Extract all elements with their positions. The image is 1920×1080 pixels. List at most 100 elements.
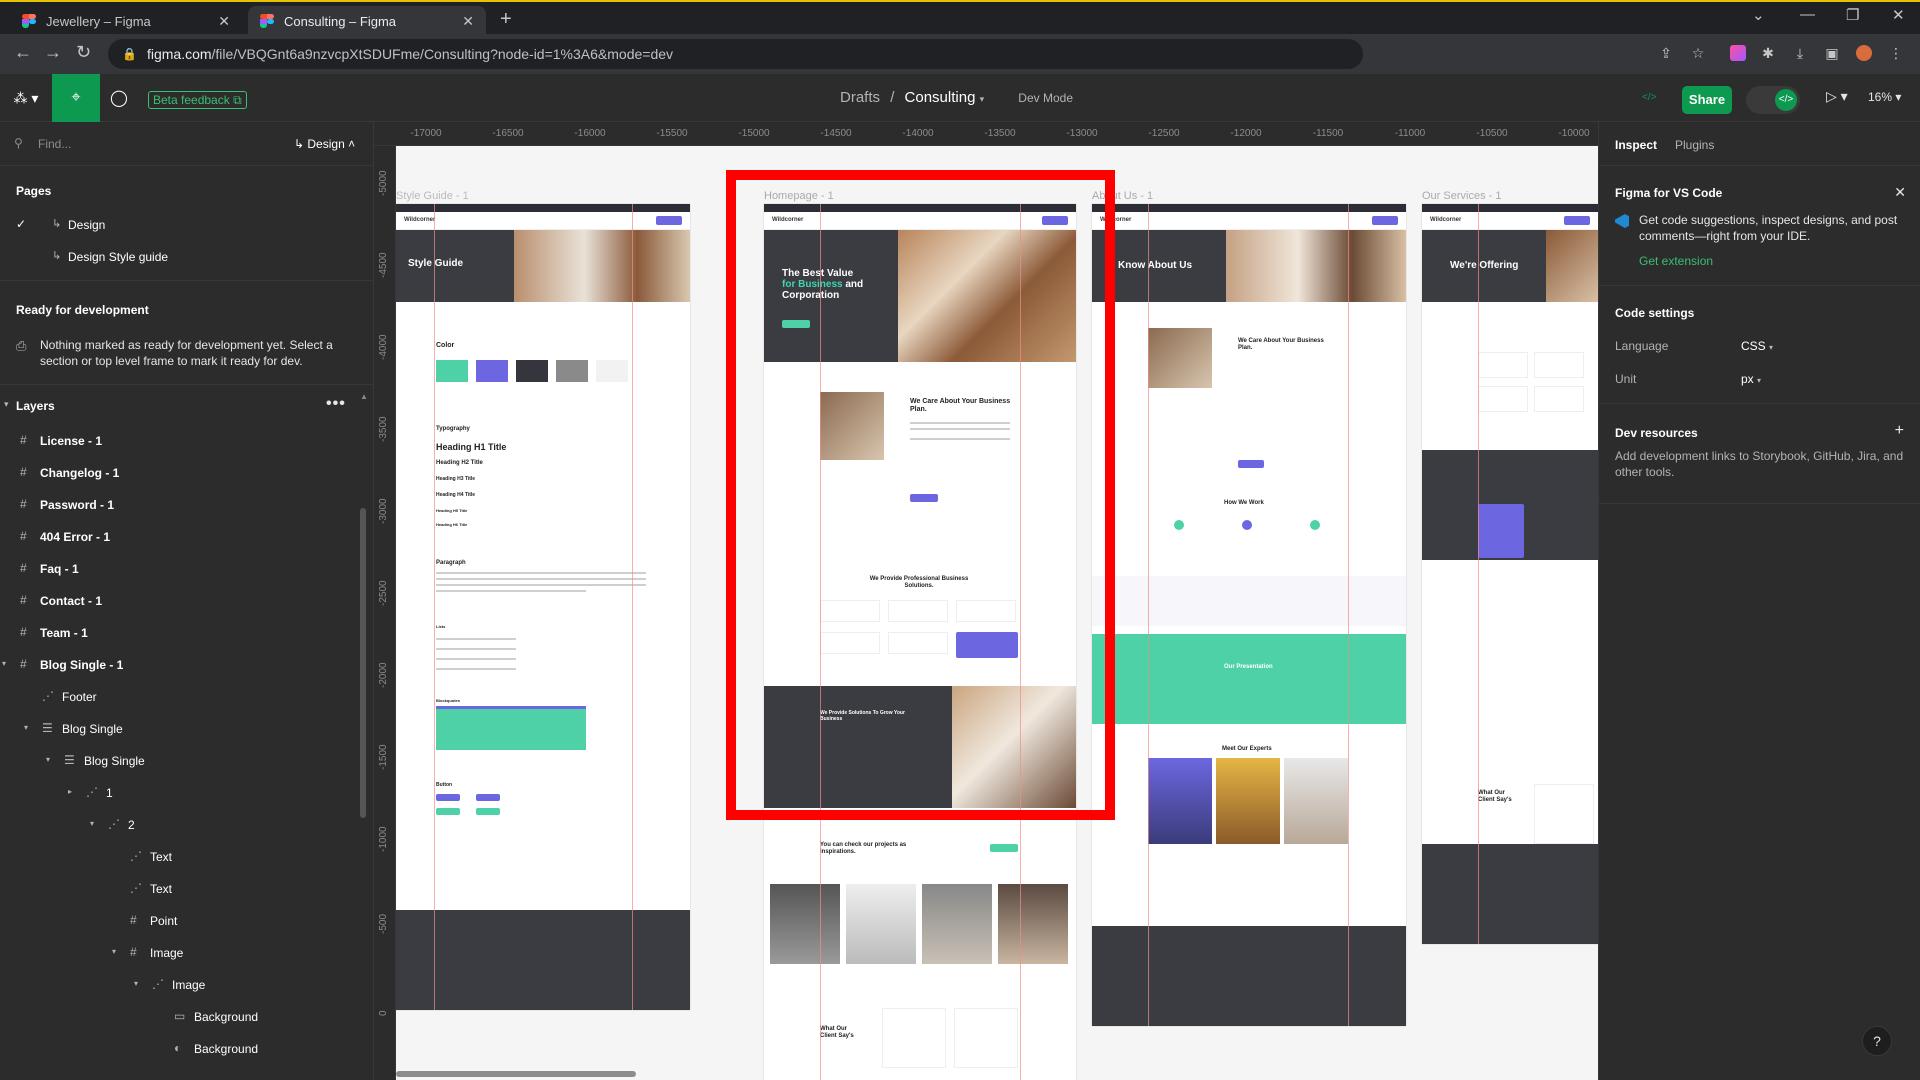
frame-icon: # [20,433,27,447]
expert-photo [1216,758,1280,844]
breadcrumb-file[interactable]: Consulting [905,89,976,106]
button-heading: Button [436,782,453,788]
layer-label: Blog Single [62,722,123,736]
tab-consulting[interactable]: Consulting – Figma ✕ [248,6,486,36]
beta-feedback-button[interactable]: Beta feedback ⧉ [148,91,247,109]
frame-style-guide[interactable]: Wildcorner Style Guide Color Typography … [396,204,690,1010]
tab-search-icon[interactable]: ⌄ [1752,6,1765,24]
layer-item[interactable]: # Team - 1 [0,616,373,648]
help-button[interactable]: ? [1862,1026,1892,1056]
forward-icon[interactable]: → [44,42,62,63]
avatar[interactable] [1856,45,1872,61]
dev-mode-toggle[interactable]: </> [1746,86,1800,114]
chevron-down-icon[interactable]: ▾ [46,755,50,764]
menu-kebab-icon[interactable]: ⋮ [1888,45,1904,61]
layer-item[interactable]: ▾ ☰ Blog Single [0,712,373,744]
collapse-caret-icon[interactable]: ▾ [4,399,9,410]
hero-photo [1546,230,1598,302]
layer-item[interactable]: ▸ ⋰ 1 [0,776,373,808]
minimize-icon[interactable]: — [1800,6,1815,23]
close-tab-icon[interactable]: ✕ [462,13,474,30]
chevron-right-icon[interactable]: ▸ [68,787,72,796]
close-icon[interactable]: ✕ [1894,184,1906,201]
layer-item[interactable]: # Contact - 1 [0,584,373,616]
layer-item[interactable]: ▾ # Blog Single - 1 [0,648,373,680]
page-item-design-style-guide[interactable]: ↳ Design Style guide [0,240,373,272]
layer-item[interactable]: ◐ Background [0,1032,373,1064]
chevron-down-icon[interactable]: ▾ [24,723,28,732]
page-label: Design Style guide [68,250,169,264]
layer-item[interactable]: # Changelog - 1 [0,456,373,488]
layer-item[interactable]: ▾ ⋰ Image [0,968,373,1000]
chevron-down-icon[interactable]: ▾ [134,979,138,988]
group-icon: ⋰ [108,817,120,831]
get-extension-link[interactable]: Get extension [1639,254,1713,268]
layer-item[interactable]: ▾ ⋰ 2 [0,808,373,840]
frame-services[interactable]: Wildcorner We're Offering What Our Clien… [1422,204,1598,944]
side-panel-icon[interactable]: ▣ [1824,45,1840,61]
layer-item[interactable]: ⋰ Text [0,872,373,904]
add-icon[interactable]: + [1895,422,1904,440]
canvas-horizontal-scrollbar[interactable] [396,1071,636,1077]
layer-item[interactable]: # Point [0,904,373,936]
frame-label-services[interactable]: Our Services - 1 [1422,190,1501,202]
restore-icon[interactable]: ❐ [1846,6,1859,24]
chevron-down-icon[interactable]: ▾ [112,947,116,956]
reload-icon[interactable]: ↻ [76,42,91,63]
horizontal-ruler: -17000 -16500 -16000 -15500 -15000 -14500 -140… [374,122,1598,146]
ruler-tick-label: -13500 [984,128,1016,139]
tab-inspect[interactable]: Inspect [1615,138,1657,152]
layer-item[interactable]: # Faq - 1 [0,552,373,584]
layer-item[interactable]: ⋰ Footer [0,680,373,712]
bookmark-star-icon[interactable]: ☆ [1690,45,1706,61]
language-select[interactable]: CSS ▾ [1741,339,1773,353]
right-panel-tabs: Inspect Plugins [1599,122,1920,166]
unit-select[interactable]: px ▾ [1741,372,1761,386]
layer-item[interactable]: ⋰ Text [0,840,373,872]
present-play-icon[interactable]: ▷ ▾ [1826,88,1848,105]
tab-jewellery[interactable]: Jewellery – Figma ✕ [10,6,242,36]
find-input[interactable]: Find... [38,137,71,151]
layer-label: 404 Error - 1 [40,530,111,544]
chevron-down-icon[interactable]: ▾ [90,819,94,828]
ruler-tick-label: -14000 [902,128,934,139]
more-options-icon[interactable]: ••• [326,395,346,413]
layer-item[interactable]: ▾ ☰ Blog Single [0,744,373,776]
chevron-down-icon[interactable]: ▾ [2,659,6,668]
about-footer [1092,926,1406,1026]
layer-item[interactable]: # Password - 1 [0,488,373,520]
style-guide-hero: Style Guide [396,230,690,302]
scroll-up-icon[interactable]: ▲ [360,392,368,401]
care-title: We Care About Your Business Plan. [1238,338,1324,351]
new-tab-button[interactable]: + [500,8,512,31]
puzzle-icon[interactable]: ✱ [1760,45,1776,61]
close-window-icon[interactable]: ✕ [1892,6,1905,24]
layers-scrollbar[interactable] [360,508,366,818]
back-icon[interactable]: ← [14,42,32,63]
frame-label-style-guide[interactable]: Style Guide - 1 [396,190,469,202]
multiplayer-indicator[interactable]: </> [1642,92,1656,103]
extension-icon[interactable] [1730,45,1746,61]
breadcrumb: Drafts / Consulting ▾ Dev Mode [840,89,1073,106]
chevron-down-icon[interactable]: ▾ [980,94,985,104]
download-icon[interactable]: ⤓ [1792,45,1808,61]
layer-item[interactable]: ▾ # Image [0,936,373,968]
layer-label: License - 1 [40,434,103,448]
layer-item[interactable]: #404 Error - 1 [0,520,373,552]
inspect-cursor-icon[interactable]: ⌖ [52,74,100,122]
share-page-icon[interactable]: ⇪ [1658,45,1674,61]
share-button[interactable]: Share [1682,86,1732,114]
comment-icon[interactable]: ◯ [104,74,134,122]
design-page-dropdown[interactable]: ↳ Design ˄ [294,137,355,151]
ruler-tick-label: -2500 [378,580,389,606]
close-tab-icon[interactable]: ✕ [218,13,230,30]
layer-item[interactable]: # License - 1 [0,424,373,456]
breadcrumb-drafts[interactable]: Drafts [840,89,880,106]
page-item-design[interactable]: ✓ ↳ Design [0,208,373,240]
tab-plugins[interactable]: Plugins [1675,138,1714,152]
zoom-level[interactable]: 16% ▾ [1868,90,1901,104]
frame-about[interactable]: Wildcorner Know About Us We Care About Y… [1092,204,1406,1026]
url-field[interactable]: 🔒 figma.com/file/VBQGnt6a9nzvcpXtSDUFme/… [108,39,1363,69]
figma-menu-icon[interactable]: ⁂ ▾ [8,74,44,122]
layer-item[interactable]: ▭ Background [0,1000,373,1032]
